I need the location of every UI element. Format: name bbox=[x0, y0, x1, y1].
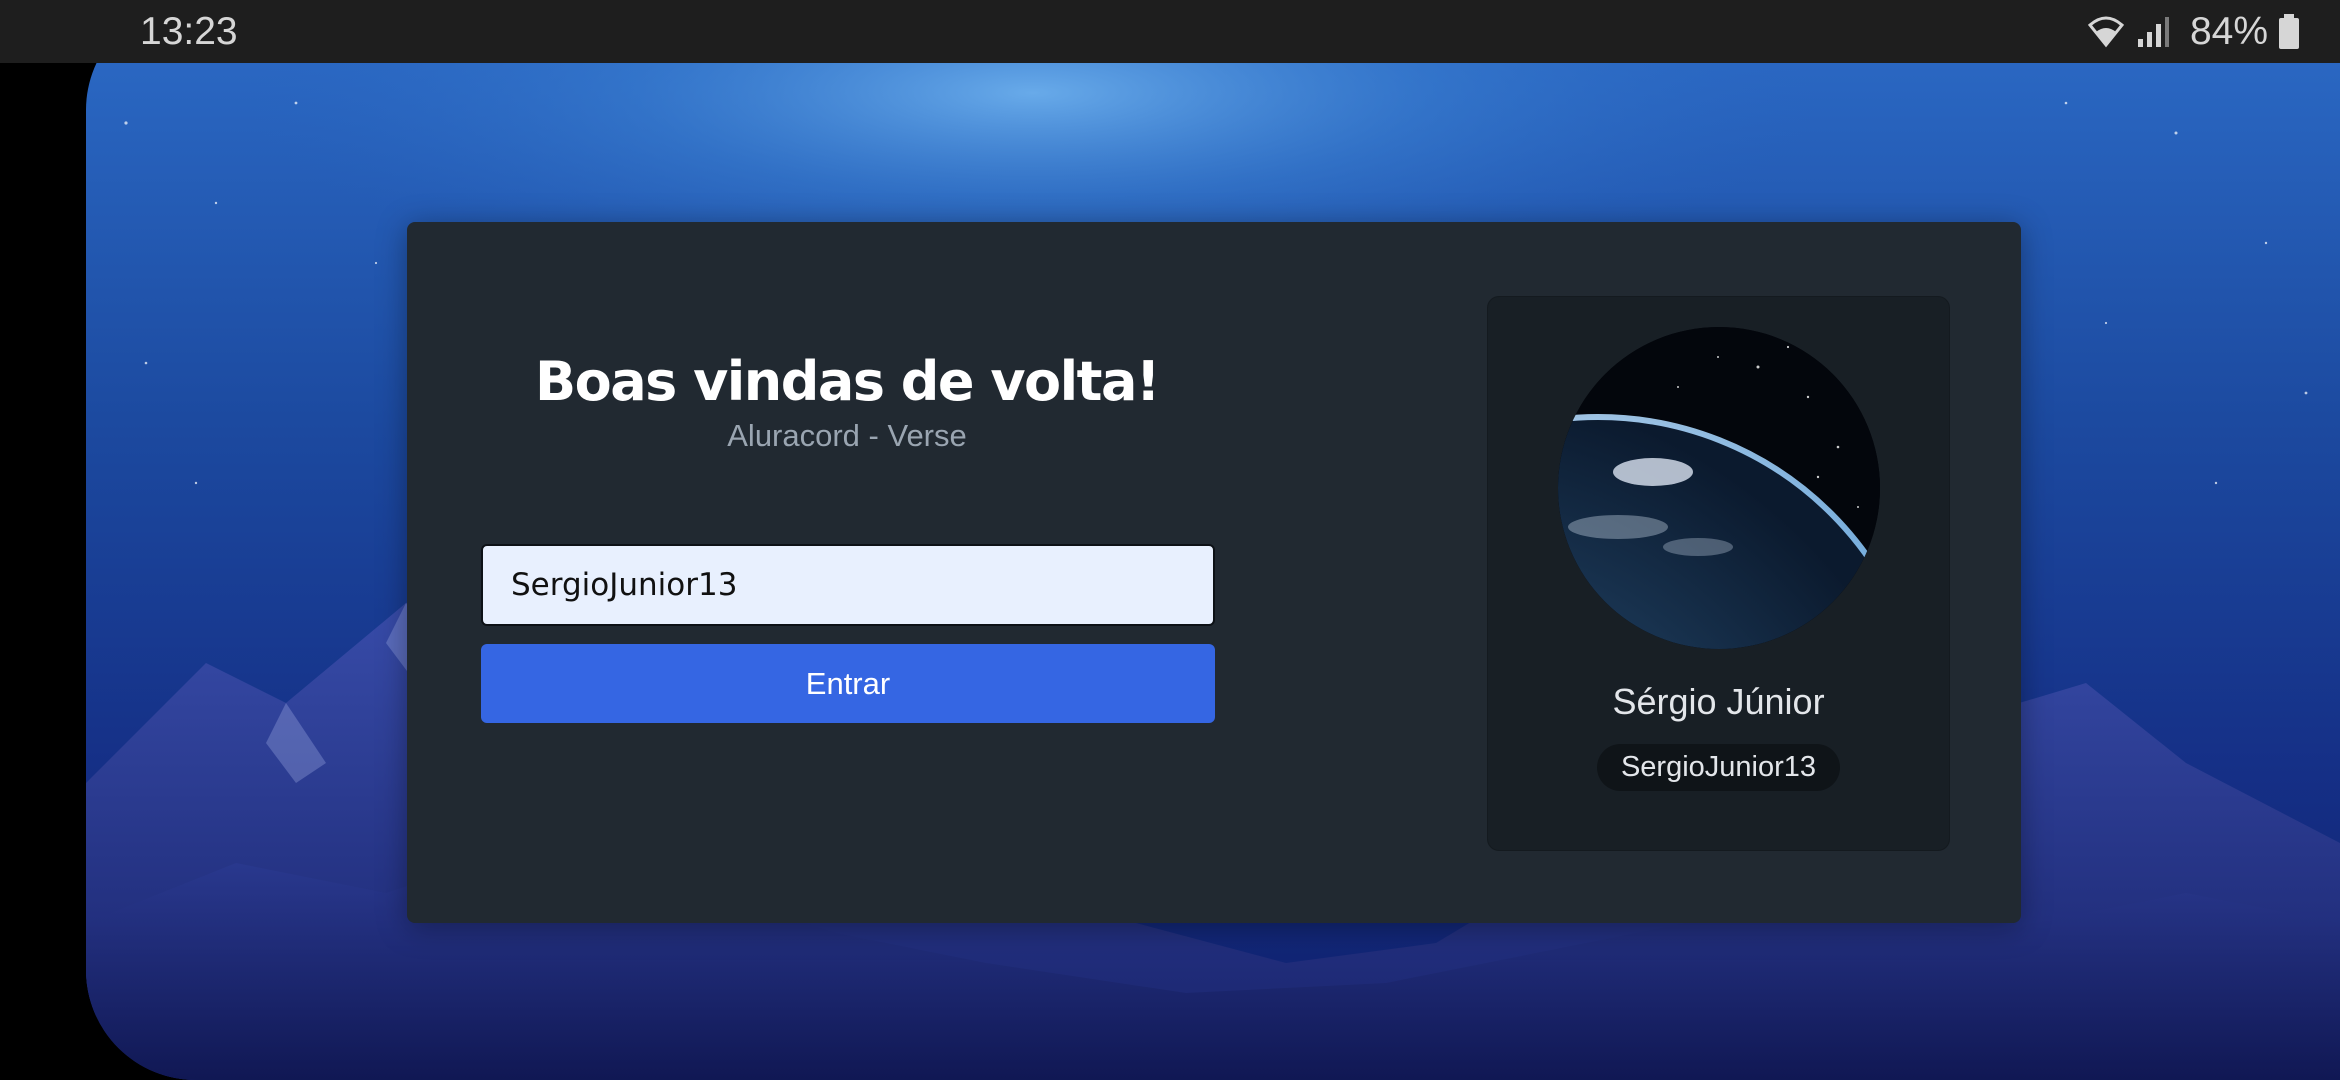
profile-username-wrapper: SergioJunior13 bbox=[1488, 744, 1949, 791]
enter-button[interactable]: Entrar bbox=[481, 644, 1215, 723]
avatar-image bbox=[1558, 327, 1880, 649]
status-time: 13:23 bbox=[140, 10, 238, 53]
page-title: Boas vindas de volta! bbox=[534, 350, 1161, 413]
profile-username-badge: SergioJunior13 bbox=[1596, 744, 1841, 791]
battery-percent: 84% bbox=[2189, 10, 2268, 53]
profile-display-name: Sérgio Júnior bbox=[1612, 681, 1825, 722]
page-subtitle: Aluracord - Verse bbox=[727, 418, 967, 453]
profile-preview-panel: Sérgio Júnior SergioJunior13 bbox=[1487, 296, 1950, 851]
battery-icon bbox=[2279, 14, 2299, 49]
device-screen: 13:23 84% Boas vindas de volta! Aluracor… bbox=[0, 0, 2340, 1080]
username-input[interactable] bbox=[481, 544, 1215, 626]
wifi-icon bbox=[2087, 16, 2125, 48]
status-icons: 84% bbox=[2086, 12, 2300, 52]
status-bar: 13:23 84% bbox=[0, 0, 2340, 63]
signal-icon bbox=[2137, 17, 2169, 47]
login-card: Boas vindas de volta! Aluracord - Verse … bbox=[407, 222, 2021, 923]
avatar bbox=[1558, 327, 1880, 649]
